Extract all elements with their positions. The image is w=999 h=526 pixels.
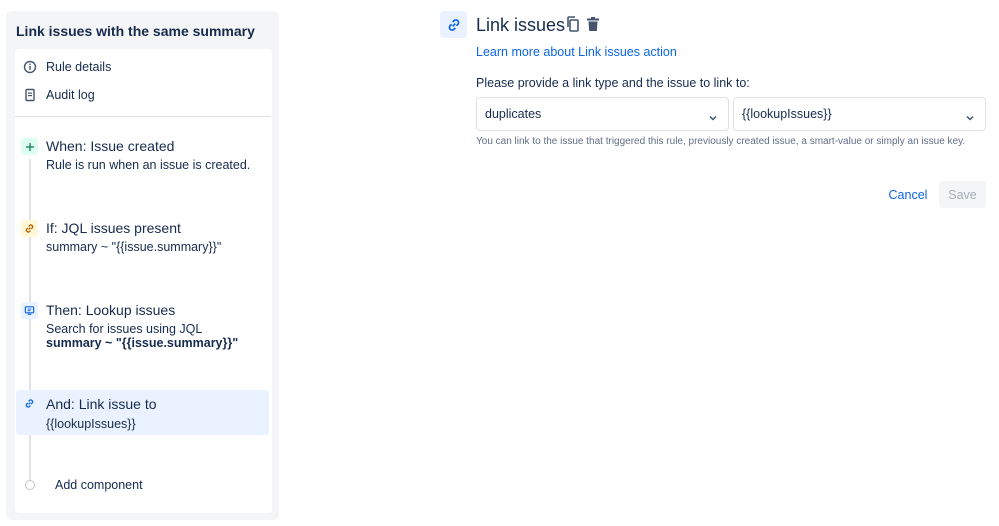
link-type-select[interactable]: duplicates: [476, 97, 729, 131]
add-component-button[interactable]: Add component: [55, 478, 143, 492]
add-component-circle-icon: [25, 480, 35, 490]
copy-button[interactable]: [564, 15, 582, 33]
sidebar-divider: [15, 116, 270, 117]
save-button[interactable]: Save: [939, 181, 986, 208]
link-icon: [21, 220, 38, 237]
monitor-icon: [21, 302, 38, 319]
cancel-button[interactable]: Cancel: [882, 182, 934, 208]
step-title: And: Link issue to: [46, 396, 157, 412]
step-description: Rule is run when an issue is created.: [46, 158, 251, 172]
helper-text: You can link to the issue that triggered…: [476, 136, 966, 147]
page-title: Link issues: [476, 15, 566, 35]
nav-audit-log-label: Audit log: [46, 88, 95, 102]
step-title: If: JQL issues present: [46, 220, 181, 236]
step-title: When: Issue created: [46, 138, 175, 154]
step-link-issue[interactable]: And: Link issue to {{lookupIssues}}: [16, 390, 269, 435]
step-jql-query: summary ~ "{{issue.summary}}": [46, 336, 239, 350]
trash-icon: [587, 17, 599, 31]
step-title: Then: Lookup issues: [46, 302, 176, 318]
chevron-down-icon: [708, 110, 718, 121]
step-description: {{lookupIssues}}: [46, 417, 136, 431]
issue-value: {{lookupIssues}}: [742, 107, 832, 121]
link-type-value: duplicates: [485, 107, 542, 121]
chevron-down-icon: [965, 110, 975, 121]
delete-button[interactable]: [584, 15, 602, 33]
nav-audit-log[interactable]: Audit log: [15, 83, 272, 107]
plus-icon: [21, 138, 38, 155]
step-lookup-issues[interactable]: Then: Lookup issues Search for issues us…: [16, 297, 269, 361]
copy-icon: [567, 16, 579, 32]
rule-components-panel: Rule details Audit log When: Issue creat…: [15, 49, 272, 513]
nav-rule-details-label: Rule details: [46, 60, 112, 74]
link-icon: [21, 395, 38, 412]
learn-more-link[interactable]: Learn more about Link issues action: [476, 45, 677, 60]
issue-select[interactable]: {{lookupIssues}}: [733, 97, 986, 131]
step-description: Search for issues using JQL: [46, 322, 203, 336]
step-description: summary ~ "{{issue.summary}}": [46, 240, 222, 254]
step-issue-created[interactable]: When: Issue created Rule is run when an …: [16, 133, 269, 185]
link-type-prompt: Please provide a link type and the issue…: [476, 76, 750, 90]
step-jql-condition[interactable]: If: JQL issues present summary ~ "{{issu…: [16, 215, 269, 267]
document-icon: [23, 88, 37, 102]
info-icon: [23, 60, 37, 74]
rule-sidebar: Link issues with the same summary Rule d…: [6, 11, 279, 520]
nav-rule-details[interactable]: Rule details: [15, 55, 272, 79]
link-issues-action-icon: [440, 11, 467, 38]
rule-title: Link issues with the same summary: [16, 23, 255, 39]
